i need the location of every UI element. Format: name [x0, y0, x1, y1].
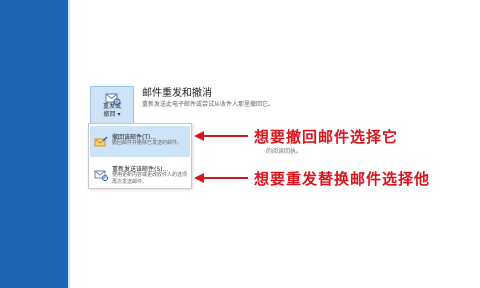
- recall-envelope-icon: [94, 134, 108, 147]
- annotation-recall: 想要撤回邮件选择它: [254, 128, 399, 146]
- menu-item-resend[interactable]: 重新发送该邮件(S)... 使用更新内容或更改收件人的选项再次发送邮件。: [90, 158, 190, 189]
- annotation-resend: 想要重发替换邮件选择他: [254, 170, 431, 188]
- background-text: 的阅读回执。: [266, 148, 303, 155]
- section-description: 重新发送此电子邮件或尝试从收件人那里撤回它。: [142, 101, 275, 108]
- annotation-arrow-resend: [194, 173, 248, 183]
- annotation-arrow-recall: [194, 131, 248, 141]
- button-label-line2: 撤回 ▾: [103, 111, 121, 118]
- resend-recall-dropdown: 撤回该邮件(T)... 撤回邮件并删除已发送的邮件。 重新发送该邮件(S)...…: [88, 123, 192, 189]
- section-title: 邮件重发和撤消: [142, 88, 212, 99]
- resend-or-recall-button[interactable]: 重发或 撤回 ▾: [90, 86, 134, 124]
- button-label-line1: 重发或: [102, 103, 121, 110]
- menu-item-recall[interactable]: 撤回该邮件(T)... 撤回邮件并删除已发送的邮件。: [90, 126, 190, 157]
- menu-item-recall-desc: 撤回邮件并删除已发送的邮件。: [112, 140, 183, 146]
- menu-item-resend-desc: 使用更新内容或更改收件人的选项再次发送邮件。: [112, 172, 188, 185]
- left-sidebar: [0, 0, 68, 288]
- resend-envelope-icon: [94, 166, 109, 182]
